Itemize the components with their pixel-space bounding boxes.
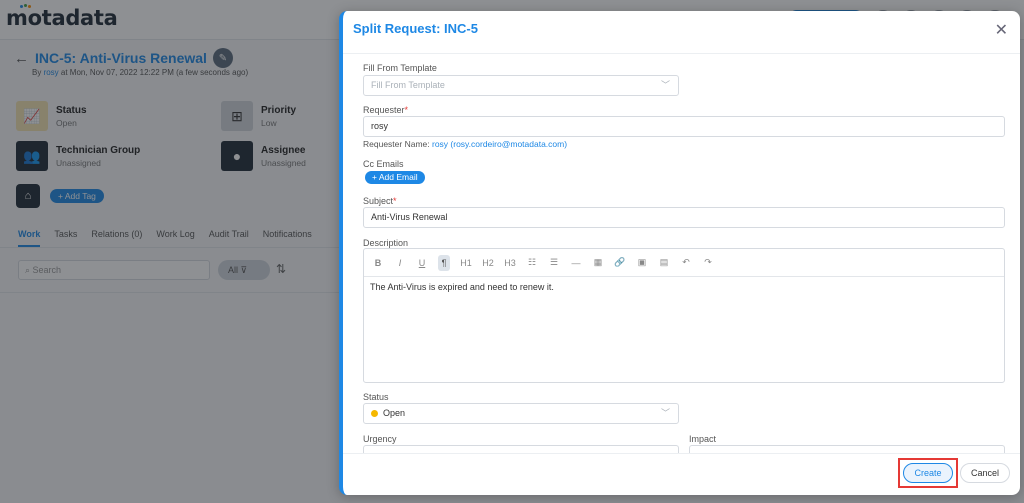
urgency-select[interactable] [363, 445, 679, 453]
subject-input[interactable]: Anti-Virus Renewal [363, 207, 1005, 228]
video-icon[interactable]: ▣ [636, 255, 648, 271]
subject-label-wrap: Subject* [363, 196, 397, 206]
table-icon[interactable]: ▦ [592, 255, 604, 271]
create-button[interactable]: Create [903, 463, 953, 483]
requester-name-prefix: Requester Name: [363, 139, 432, 149]
requester-name-link[interactable]: rosy (rosy.cordeiro@motadata.com) [432, 139, 567, 149]
required-mark: * [404, 105, 409, 115]
link-icon[interactable]: 🔗 [614, 255, 626, 271]
chevron-down-icon: ﹀ [660, 408, 670, 418]
italic-button[interactable]: I [394, 255, 406, 271]
cancel-button[interactable]: Cancel [960, 463, 1010, 483]
impact-select[interactable] [689, 445, 1005, 453]
requester-name-line: Requester Name: rosy (rosy.cordeiro@mota… [363, 139, 567, 149]
requester-label-wrap: Requester* [363, 105, 408, 115]
status-value: Open [383, 408, 406, 418]
dialog-title: Split Request: INC-5 [353, 21, 478, 36]
ordered-list-icon[interactable]: ☰ [548, 255, 560, 271]
chevron-down-icon: ﹀ [660, 80, 670, 90]
template-placeholder: Fill From Template [371, 80, 445, 90]
undo-icon[interactable]: ↶ [680, 255, 692, 271]
status-select[interactable]: Open ﹀ [363, 403, 679, 424]
required-mark: * [393, 196, 397, 206]
underline-button[interactable]: U [416, 255, 428, 271]
urgency-label: Urgency [363, 434, 397, 444]
horizontal-rule-icon[interactable]: — [570, 255, 582, 271]
image-icon[interactable]: ▤ [658, 255, 670, 271]
status-dot [371, 410, 378, 417]
editor-toolbar: B I U ¶ H1 H2 H3 ☷ ☰ — ▦ 🔗 ▣ ▤ ↶ ↷ [364, 249, 1004, 277]
bullet-list-icon[interactable]: ☷ [526, 255, 538, 271]
cc-emails-label: Cc Emails [363, 159, 404, 169]
add-email-button[interactable]: + Add Email [365, 171, 425, 184]
bold-button[interactable]: B [372, 255, 384, 271]
split-request-dialog: Split Request: INC-5 ✕ Fill From Templat… [339, 11, 1020, 495]
paragraph-button[interactable]: ¶ [438, 254, 450, 271]
heading2-button[interactable]: H2 [482, 255, 494, 271]
heading1-button[interactable]: H1 [460, 255, 472, 271]
requester-input[interactable]: rosy [363, 116, 1005, 137]
close-icon[interactable]: ✕ [995, 20, 1008, 40]
description-text[interactable]: The Anti-Virus is expired and need to re… [370, 282, 554, 292]
description-label: Description [363, 238, 409, 248]
requester-label: Requester [363, 105, 405, 115]
heading3-button[interactable]: H3 [504, 255, 516, 271]
template-select[interactable]: Fill From Template ﹀ [363, 75, 679, 96]
dialog-footer-divider [343, 453, 1020, 454]
impact-label: Impact [689, 434, 717, 444]
status-label: Status [363, 392, 389, 402]
dialog-header-divider [343, 53, 1020, 54]
redo-icon[interactable]: ↷ [702, 255, 714, 271]
description-editor: B I U ¶ H1 H2 H3 ☷ ☰ — ▦ 🔗 ▣ ▤ ↶ ↷ The A… [363, 248, 1005, 383]
subject-label: Subject [363, 196, 394, 206]
template-label: Fill From Template [363, 63, 437, 73]
